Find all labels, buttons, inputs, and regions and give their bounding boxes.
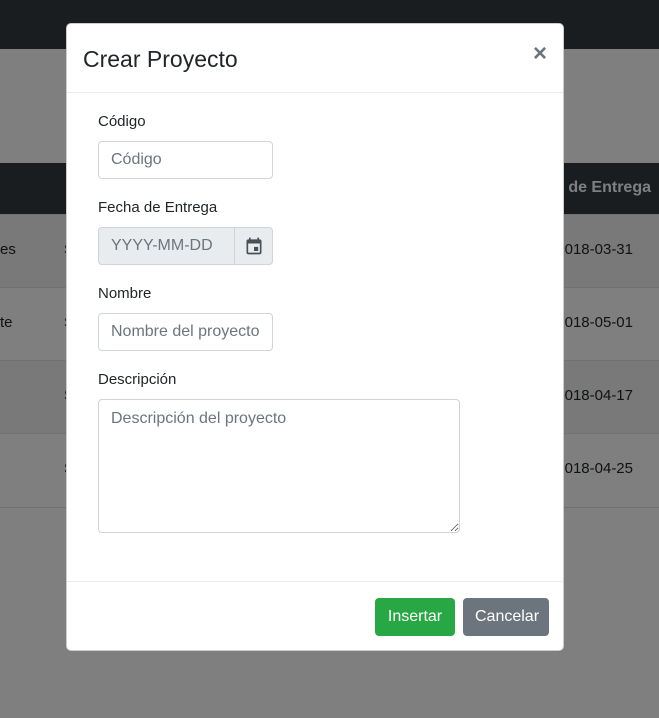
fecha-entrega-label: Fecha de Entrega bbox=[98, 199, 218, 216]
codigo-input[interactable] bbox=[98, 141, 273, 179]
descripcion-label: Descripción bbox=[98, 371, 177, 388]
descripcion-textarea[interactable] bbox=[98, 399, 460, 533]
modal-footer: Insertar Cancelar bbox=[67, 581, 563, 652]
nombre-label: Nombre bbox=[98, 285, 152, 302]
calendar-icon bbox=[246, 237, 261, 255]
nombre-input[interactable] bbox=[98, 313, 273, 351]
fecha-entrega-group bbox=[98, 227, 273, 265]
cancel-button[interactable]: Cancelar bbox=[463, 598, 549, 636]
insert-button[interactable]: Insertar bbox=[375, 598, 455, 636]
create-project-modal: Crear Proyecto × Código Fecha de Entrega… bbox=[66, 23, 564, 651]
modal-title: Crear Proyecto bbox=[83, 46, 238, 72]
calendar-button[interactable] bbox=[234, 227, 273, 265]
fecha-entrega-input[interactable] bbox=[98, 227, 234, 265]
codigo-label: Código bbox=[98, 113, 146, 130]
close-icon[interactable]: × bbox=[533, 42, 547, 66]
modal-header: Crear Proyecto × bbox=[67, 24, 563, 93]
